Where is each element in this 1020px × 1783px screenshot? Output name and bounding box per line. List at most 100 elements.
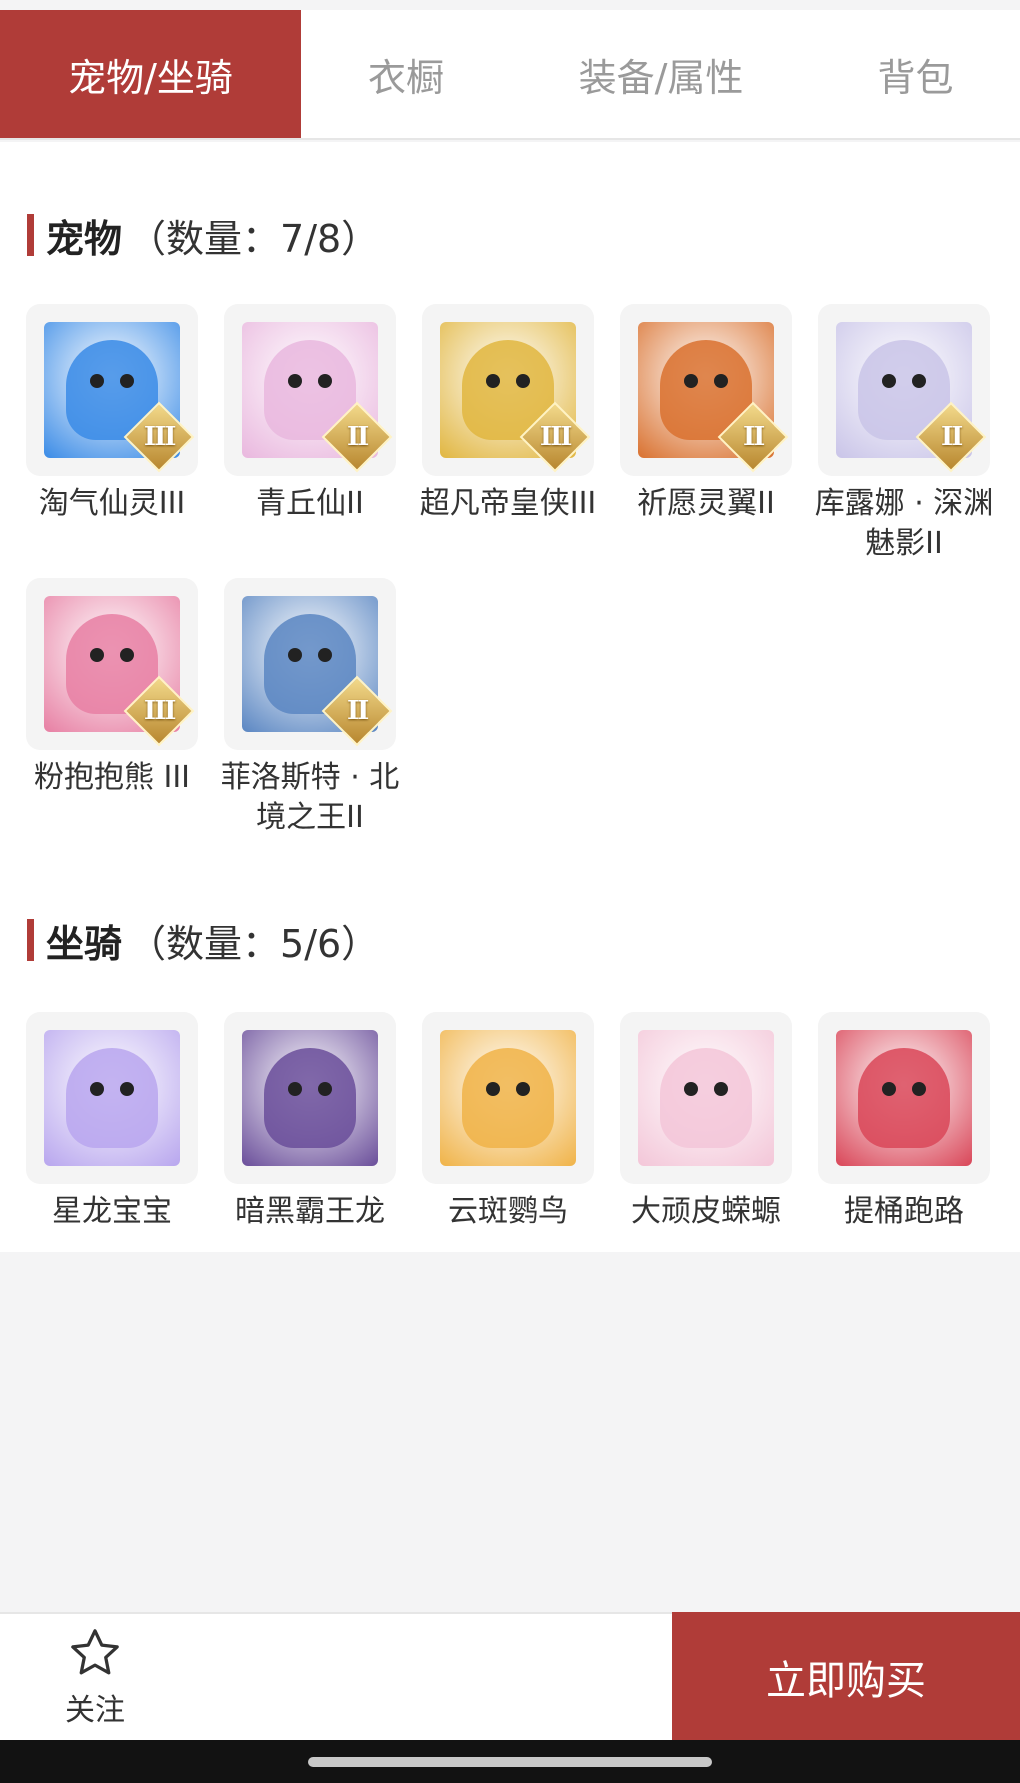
thumbnail-frame: III	[26, 578, 198, 750]
thumbnail-frame	[422, 1012, 594, 1184]
character-eye	[912, 374, 926, 388]
character-eye	[120, 648, 134, 662]
mount-card[interactable]: 云斑鹦鸟	[422, 1012, 594, 1232]
mounts-section-title: 坐骑	[46, 921, 123, 966]
pet-name: 粉抱抱熊 III	[33, 760, 191, 795]
pet-name: 祈愿灵翼II	[637, 486, 775, 521]
character-eye	[288, 1082, 302, 1096]
grade-badge-label: II	[346, 695, 368, 726]
character-eye	[684, 1082, 698, 1096]
character-eye	[714, 1082, 728, 1096]
character-eye	[516, 374, 530, 388]
tab-bar: 宠物/坐骑 衣橱 装备/属性 背包	[0, 10, 1020, 140]
mount-name: 暗黑霸王龙	[235, 1194, 385, 1229]
pet-name: 菲洛斯特 · 北境之王II	[220, 760, 400, 835]
pet-card[interactable]: III 超凡帝皇侠III	[420, 304, 596, 564]
mount-name: 云斑鹦鸟	[448, 1194, 568, 1229]
thumbnail-frame	[620, 1012, 792, 1184]
mount-image	[242, 1030, 378, 1166]
character-figure	[264, 1048, 356, 1148]
thumbnail-frame: III	[422, 304, 594, 476]
pets-section-header: 宠物 （数量：7/8）	[27, 212, 379, 261]
character-eye	[486, 1082, 500, 1096]
mounts-grid: 星龙宝宝 暗黑霸王龙 云斑鹦鸟 大顽皮蝾螈 提桶跑路	[26, 1012, 990, 1232]
character-eye	[318, 648, 332, 662]
star-icon	[71, 1629, 119, 1675]
content-panel: 宠物 （数量：7/8） III 淘气仙灵III II 青丘仙II III 超凡帝皇侠III…	[0, 142, 1020, 1252]
mounts-section-count: （数量：5/6）	[128, 921, 380, 966]
pet-card[interactable]: II 祈愿灵翼II	[620, 304, 792, 564]
character-eye	[90, 648, 104, 662]
section-accent-bar	[27, 214, 34, 256]
follow-label: 关注	[65, 1693, 125, 1728]
grade-badge-label: II	[346, 421, 368, 452]
character-eye	[90, 1082, 104, 1096]
thumbnail-frame	[224, 1012, 396, 1184]
character-eye	[120, 374, 134, 388]
character-eye	[714, 374, 728, 388]
follow-button[interactable]: 关注	[40, 1622, 150, 1732]
pet-name: 淘气仙灵III	[38, 486, 186, 521]
thumbnail-frame	[818, 1012, 990, 1184]
tab-equipment-attributes[interactable]: 装备/属性	[511, 10, 811, 138]
pet-name: 库露娜 · 深渊魅影II	[814, 486, 994, 561]
grade-badge-label: III	[143, 422, 175, 452]
thumbnail-frame: II	[818, 304, 990, 476]
character-figure	[858, 1048, 950, 1148]
bottom-action-bar: 关注 立即购买	[0, 1612, 1020, 1742]
top-strip	[0, 0, 1020, 10]
thumbnail-frame: II	[224, 578, 396, 750]
grade-badge-label: III	[143, 696, 175, 726]
home-indicator[interactable]	[308, 1757, 712, 1767]
grade-badge-label: II	[742, 421, 764, 452]
grade-badge-label: II	[940, 421, 962, 452]
thumbnail-frame: II	[620, 304, 792, 476]
mount-card[interactable]: 大顽皮蝾螈	[620, 1012, 792, 1232]
character-figure	[462, 1048, 554, 1148]
pets-section-count: （数量：7/8）	[128, 216, 380, 261]
character-eye	[90, 374, 104, 388]
character-figure	[660, 1048, 752, 1148]
mount-image	[44, 1030, 180, 1166]
character-eye	[912, 1082, 926, 1096]
character-figure	[66, 1048, 158, 1148]
tab-pets-mounts[interactable]: 宠物/坐骑	[0, 10, 301, 138]
tab-wardrobe[interactable]: 衣橱	[301, 10, 511, 138]
character-eye	[684, 374, 698, 388]
mount-image	[638, 1030, 774, 1166]
pet-name: 青丘仙II	[256, 486, 364, 521]
mount-name: 大顽皮蝾螈	[631, 1194, 781, 1229]
thumbnail-frame: II	[224, 304, 396, 476]
character-eye	[318, 1082, 332, 1096]
character-eye	[288, 648, 302, 662]
pets-grid: III 淘气仙灵III II 青丘仙II III 超凡帝皇侠III II 祈愿灵翼II II 库露…	[26, 304, 993, 838]
thumbnail-frame: III	[26, 304, 198, 476]
mount-card[interactable]: 暗黑霸王龙	[224, 1012, 396, 1232]
mount-card[interactable]: 星龙宝宝	[26, 1012, 198, 1232]
pet-card[interactable]: II 青丘仙II	[224, 304, 396, 564]
character-eye	[882, 374, 896, 388]
character-eye	[120, 1082, 134, 1096]
pet-card[interactable]: III 淘气仙灵III	[26, 304, 198, 564]
tab-backpack[interactable]: 背包	[811, 10, 1020, 138]
character-eye	[882, 1082, 896, 1096]
mount-name: 星龙宝宝	[52, 1194, 172, 1229]
mounts-section-header: 坐骑 （数量：5/6）	[27, 917, 379, 966]
character-eye	[486, 374, 500, 388]
thumbnail-frame	[26, 1012, 198, 1184]
pets-section-title: 宠物	[46, 216, 123, 261]
character-eye	[288, 374, 302, 388]
pet-card[interactable]: II 库露娜 · 深渊魅影II	[815, 304, 993, 564]
character-eye	[318, 374, 332, 388]
system-navigation-bar	[0, 1740, 1020, 1783]
mount-card[interactable]: 提桶跑路	[818, 1012, 990, 1232]
section-accent-bar	[27, 919, 34, 961]
pet-card[interactable]: III 粉抱抱熊 III	[26, 578, 198, 838]
buy-now-button[interactable]: 立即购买	[672, 1612, 1020, 1742]
mount-image	[440, 1030, 576, 1166]
mount-image	[836, 1030, 972, 1166]
mount-name: 提桶跑路	[844, 1194, 964, 1229]
pet-card[interactable]: II 菲洛斯特 · 北境之王II	[221, 578, 399, 838]
grade-badge-label: III	[539, 422, 571, 452]
character-eye	[516, 1082, 530, 1096]
